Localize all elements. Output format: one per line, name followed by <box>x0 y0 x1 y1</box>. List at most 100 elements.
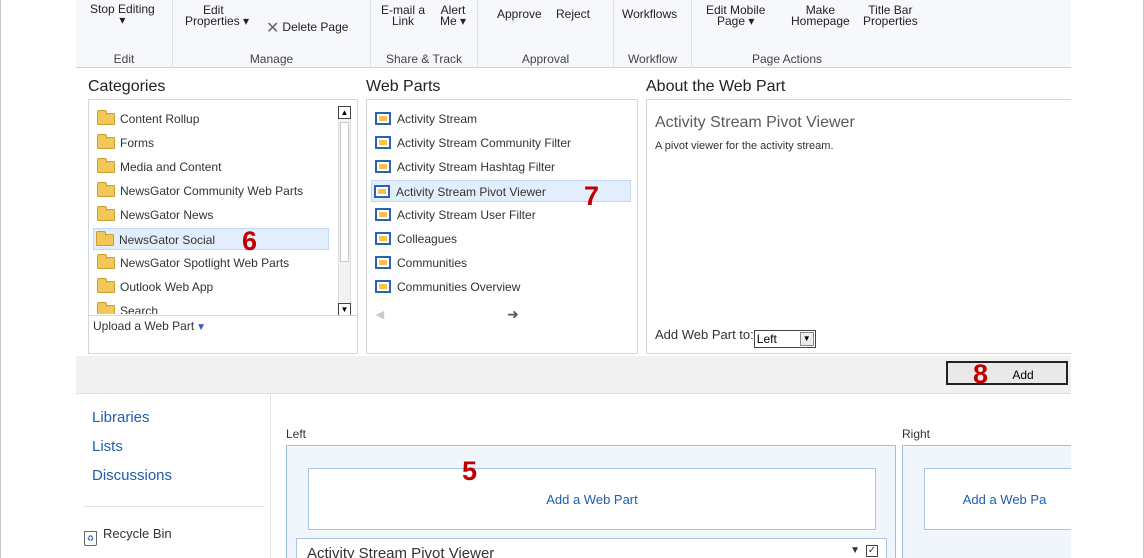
web-part-icon <box>374 185 390 198</box>
alert-me-button[interactable]: Alert Me ▾ <box>440 4 467 28</box>
scrollbar-thumb[interactable] <box>340 122 349 262</box>
delete-page-button[interactable]: ✕ Delete Page <box>266 20 349 37</box>
category-label: Outlook Web App <box>120 280 214 294</box>
page-frame: Stop Editing ▾ Edit Edit Properties ▾ ✕ D… <box>0 0 1144 558</box>
ribbon-group-approval: Approve Reject Approval <box>478 0 614 68</box>
folder-icon <box>97 254 115 269</box>
close-icon: ✕ <box>266 20 280 37</box>
web-part-label: Activity Stream User Filter <box>397 208 536 222</box>
ribbon-group-edit: Stop Editing ▾ Edit <box>76 0 173 68</box>
ribbon-group-label-approval: Approval <box>521 52 570 66</box>
approve-button[interactable]: Approve <box>497 8 542 20</box>
ribbon-group-label-share-track: Share & Track <box>385 52 463 66</box>
category-item[interactable]: NewsGator Spotlight Web Parts <box>95 252 289 274</box>
zone-left-label: Left <box>286 427 307 441</box>
web-part-item[interactable]: Activity Stream User Filter <box>373 204 536 226</box>
folder-icon <box>97 158 115 173</box>
edit-properties-label: Properties ▾ <box>185 14 250 28</box>
web-part-item[interactable]: Activity Stream <box>373 108 477 130</box>
workflows-label: Workflows <box>622 7 678 21</box>
web-part-item[interactable]: Communities Overview <box>373 276 520 298</box>
recycle-bin-label: Recycle Bin <box>103 526 172 541</box>
ribbon-group-label-page-actions: Page Actions <box>751 52 823 66</box>
web-part-icon <box>375 112 391 125</box>
next-arrow-icon[interactable]: ➜ <box>507 306 519 323</box>
categories-scrollbar[interactable]: ▲ ▼ <box>338 106 351 316</box>
email-link-button[interactable]: E-mail a Link <box>381 4 425 28</box>
category-label: NewsGator News <box>120 208 214 222</box>
previous-arrow-icon[interactable]: ◄ <box>373 306 387 322</box>
recycle-bin-link[interactable]: ♻ Recycle Bin <box>84 526 172 546</box>
email-link-label: Link <box>392 14 415 28</box>
web-part-item[interactable]: Colleagues <box>373 228 457 250</box>
category-item[interactable]: Forms <box>95 132 154 154</box>
category-item[interactable]: Media and Content <box>95 156 221 178</box>
web-part-icon <box>375 160 391 173</box>
category-label: Forms <box>120 136 154 150</box>
web-part-item[interactable]: Communities <box>373 252 467 274</box>
title-bar-properties-button[interactable]: Title Bar Properties <box>863 4 918 28</box>
ribbon-group-page-actions: Edit Mobile Page ▾ Make Homepage Title B… <box>692 0 940 68</box>
web-parts-title: Web Parts <box>366 78 441 95</box>
web-part-item[interactable]: Activity Stream Community Filter <box>373 132 571 154</box>
stop-editing-button[interactable]: Stop Editing ▾ <box>90 3 155 27</box>
web-part-title: Activity Stream Pivot Viewer <box>307 545 495 558</box>
category-item-selected[interactable]: NewsGator Social <box>93 228 329 250</box>
make-homepage-button[interactable]: Make Homepage <box>791 4 850 28</box>
workflows-button[interactable]: Workflows <box>622 7 678 21</box>
web-part-label: Activity Stream Hashtag Filter <box>397 160 556 174</box>
categories-pane: Content Rollup Forms Media and Content N… <box>88 99 358 354</box>
add-to-label: Add Web Part to: <box>655 327 754 342</box>
upload-web-part-link[interactable]: Upload a Web Part ▼ <box>93 319 206 333</box>
ribbon-group-label-workflow: Workflow <box>627 52 678 66</box>
annotation-5: 5 <box>462 456 478 486</box>
reject-button[interactable]: Reject <box>556 7 591 21</box>
category-item[interactable]: Outlook Web App <box>95 276 213 298</box>
add-toolbar <box>76 356 1071 394</box>
category-label: NewsGator Spotlight Web Parts <box>120 256 290 270</box>
ribbon: Stop Editing ▾ Edit Edit Properties ▾ ✕ D… <box>76 0 1071 68</box>
divider <box>89 315 357 316</box>
add-web-part-label: Add a Web Part <box>546 492 638 507</box>
web-part-icon <box>375 208 391 221</box>
chevron-down-icon: ▾ <box>119 13 126 27</box>
web-part-item[interactable]: Activity Stream Hashtag Filter <box>373 156 555 178</box>
folder-icon <box>97 206 115 221</box>
add-web-part-link-left[interactable]: Add a Web Part <box>308 468 876 530</box>
recycle-bin-icon: ♻ <box>84 531 97 546</box>
zone-select[interactable]: Left ▼ <box>753 330 816 348</box>
annotation-7: 7 <box>584 181 600 211</box>
add-button-label: Add <box>1012 368 1034 382</box>
content-area: Stop Editing ▾ Edit Edit Properties ▾ ✕ D… <box>76 0 1071 558</box>
web-part-icon <box>375 136 391 149</box>
category-item[interactable]: NewsGator News <box>95 204 213 226</box>
reject-label: Reject <box>556 7 591 21</box>
web-part-label: Activity Stream Community Filter <box>397 136 572 150</box>
folder-icon <box>97 134 115 149</box>
folder-icon <box>97 278 115 293</box>
make-homepage-label: Homepage <box>791 14 850 28</box>
about-title: About the Web Part <box>646 78 786 95</box>
category-label: Search <box>120 304 159 314</box>
nav-discussions[interactable]: Discussions <box>92 467 172 484</box>
add-web-part-link-right[interactable]: Add a Web Pa <box>924 468 1071 530</box>
checkbox[interactable]: ✓ <box>866 545 878 557</box>
edit-mobile-page-button[interactable]: Edit Mobile Page ▾ <box>706 4 765 27</box>
folder-icon <box>97 110 115 125</box>
add-button[interactable]: Add <box>946 361 1068 385</box>
title-bar-label: Properties <box>863 14 918 28</box>
nav-libraries[interactable]: Libraries <box>92 409 150 426</box>
category-item[interactable]: Search <box>95 300 158 314</box>
alert-me-label: Me ▾ <box>440 14 467 28</box>
web-part-icon <box>375 256 391 269</box>
chevron-down-icon[interactable]: ▼ <box>799 332 814 346</box>
nav-lists[interactable]: Lists <box>92 438 123 455</box>
category-item[interactable]: NewsGator Community Web Parts <box>95 180 303 202</box>
scroll-up-icon[interactable]: ▲ <box>338 106 351 119</box>
category-item[interactable]: Content Rollup <box>95 108 199 130</box>
chevron-down-icon[interactable]: ▼ <box>850 545 860 556</box>
edit-properties-button[interactable]: Edit Properties ▾ <box>185 4 250 28</box>
delete-page-label: Delete Page <box>282 20 349 34</box>
zone-right: Add a Web Pa <box>902 445 1071 558</box>
web-part-label: Communities Overview <box>397 280 521 294</box>
